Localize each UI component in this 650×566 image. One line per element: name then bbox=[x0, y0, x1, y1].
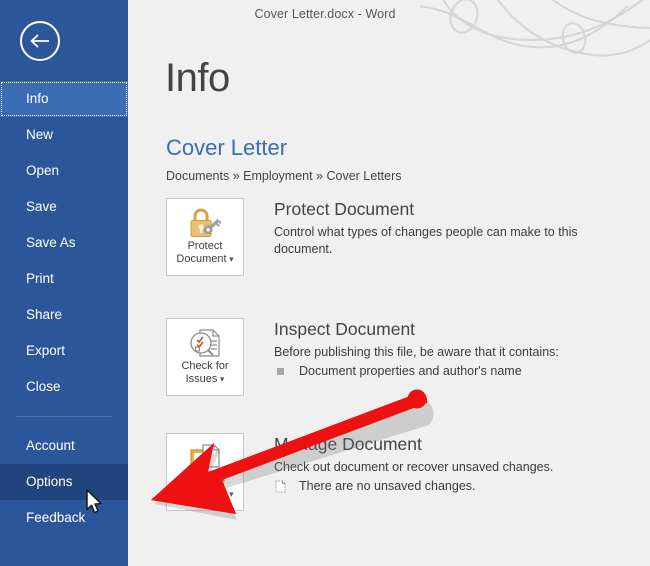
sidebar-divider bbox=[16, 416, 112, 417]
breadcrumb: Documents » Employment » Cover Letters bbox=[166, 169, 402, 183]
manage-document-button[interactable]: Manage Document ▾ bbox=[166, 433, 244, 511]
sidebar-item-account[interactable]: Account bbox=[0, 428, 128, 464]
sidebar-item-save-as[interactable]: Save As bbox=[0, 225, 128, 261]
word-backstage-info-screen: Cover Letter.docx - Word Info Cover Lett… bbox=[0, 0, 650, 566]
inspect-document-sub-item: Document properties and author's name bbox=[274, 363, 626, 380]
check-for-issues-label-line2: Issues bbox=[185, 373, 218, 385]
padlock-key-icon bbox=[167, 199, 243, 239]
backstage-sidebar: Info New Open Save Save As Print Share E… bbox=[0, 0, 128, 566]
document-name: Cover Letter bbox=[166, 135, 288, 160]
back-arrow-circle-icon[interactable] bbox=[20, 21, 60, 61]
protect-document-label-line2: Document bbox=[176, 253, 227, 265]
sidebar-item-new-label: New bbox=[26, 127, 54, 142]
manage-document-title: Manage Document bbox=[274, 434, 422, 454]
sidebar-item-print-label: Print bbox=[26, 271, 54, 286]
check-for-issues-caret-icon[interactable]: ▾ bbox=[220, 374, 225, 384]
page-title: Info bbox=[165, 56, 230, 100]
sidebar-item-new[interactable]: New bbox=[0, 117, 128, 153]
sidebar-item-info[interactable]: Info bbox=[0, 81, 128, 117]
sidebar-item-share-label: Share bbox=[26, 307, 63, 322]
protect-document-body: Protect Document Control what types of c… bbox=[274, 198, 626, 257]
sidebar-item-feedback[interactable]: Feedback bbox=[0, 500, 128, 536]
dotted-document-icon bbox=[275, 480, 286, 493]
sidebar-nav-list: Info New Open Save Save As Print Share E… bbox=[0, 81, 128, 536]
sidebar-item-save-label: Save bbox=[26, 199, 57, 214]
sidebar-item-print[interactable]: Print bbox=[0, 261, 128, 297]
sidebar-item-feedback-label: Feedback bbox=[26, 510, 86, 525]
sidebar-item-save-as-label: Save As bbox=[26, 235, 76, 250]
document-magnifier-checklist-icon bbox=[167, 319, 243, 359]
inspect-document-sub-item-text: Document properties and author's name bbox=[299, 363, 522, 378]
sidebar-item-info-label: Info bbox=[26, 91, 49, 106]
inspect-document-description: Before publishing this file, be aware th… bbox=[274, 345, 559, 359]
sidebar-item-open[interactable]: Open bbox=[0, 153, 128, 189]
protect-document-description: Control what types of changes people can… bbox=[274, 225, 578, 256]
protect-document-label-line1: Protect bbox=[187, 240, 223, 252]
protect-document-caret-icon[interactable]: ▾ bbox=[229, 254, 234, 264]
sidebar-item-options-label: Options bbox=[26, 474, 73, 489]
sidebar-item-account-label: Account bbox=[26, 438, 75, 453]
inspect-document-body: Inspect Document Before publishing this … bbox=[274, 318, 626, 380]
protect-document-title: Protect Document bbox=[274, 199, 415, 219]
check-for-issues-label-line1: Check for bbox=[181, 360, 229, 372]
sidebar-item-options[interactable]: Options bbox=[0, 464, 128, 500]
sidebar-item-close[interactable]: Close bbox=[0, 369, 128, 405]
protect-document-button-label: Protect Document ▾ bbox=[167, 239, 243, 266]
square-bullet-icon bbox=[277, 367, 284, 375]
check-for-issues-button[interactable]: Check for Issues ▾ bbox=[166, 318, 244, 396]
manage-document-description: Check out document or recover unsaved ch… bbox=[274, 460, 554, 474]
manage-document-sub-item-text: There are no unsaved changes. bbox=[299, 478, 476, 493]
backstage-content-pane: Info Cover Letter Documents » Employment… bbox=[128, 0, 650, 566]
manage-document-sub-item: There are no unsaved changes. bbox=[274, 478, 626, 495]
sidebar-item-export-label: Export bbox=[26, 343, 66, 358]
manage-document-label-line2: Document bbox=[176, 488, 227, 500]
manage-document-label-line1: Manage bbox=[185, 475, 225, 487]
sidebar-item-export[interactable]: Export bbox=[0, 333, 128, 369]
check-for-issues-button-label: Check for Issues ▾ bbox=[167, 359, 243, 386]
manage-document-button-label: Manage Document ▾ bbox=[167, 474, 243, 501]
sidebar-item-open-label: Open bbox=[26, 163, 60, 178]
protect-document-button[interactable]: Protect Document ▾ bbox=[166, 198, 244, 276]
sidebar-item-share[interactable]: Share bbox=[0, 297, 128, 333]
manage-document-caret-icon[interactable]: ▾ bbox=[229, 489, 234, 499]
sidebar-item-close-label: Close bbox=[26, 379, 61, 394]
document-versions-icon bbox=[167, 434, 243, 474]
sidebar-item-save[interactable]: Save bbox=[0, 189, 128, 225]
manage-document-body: Manage Document Check out document or re… bbox=[274, 433, 626, 495]
inspect-document-title: Inspect Document bbox=[274, 319, 416, 339]
